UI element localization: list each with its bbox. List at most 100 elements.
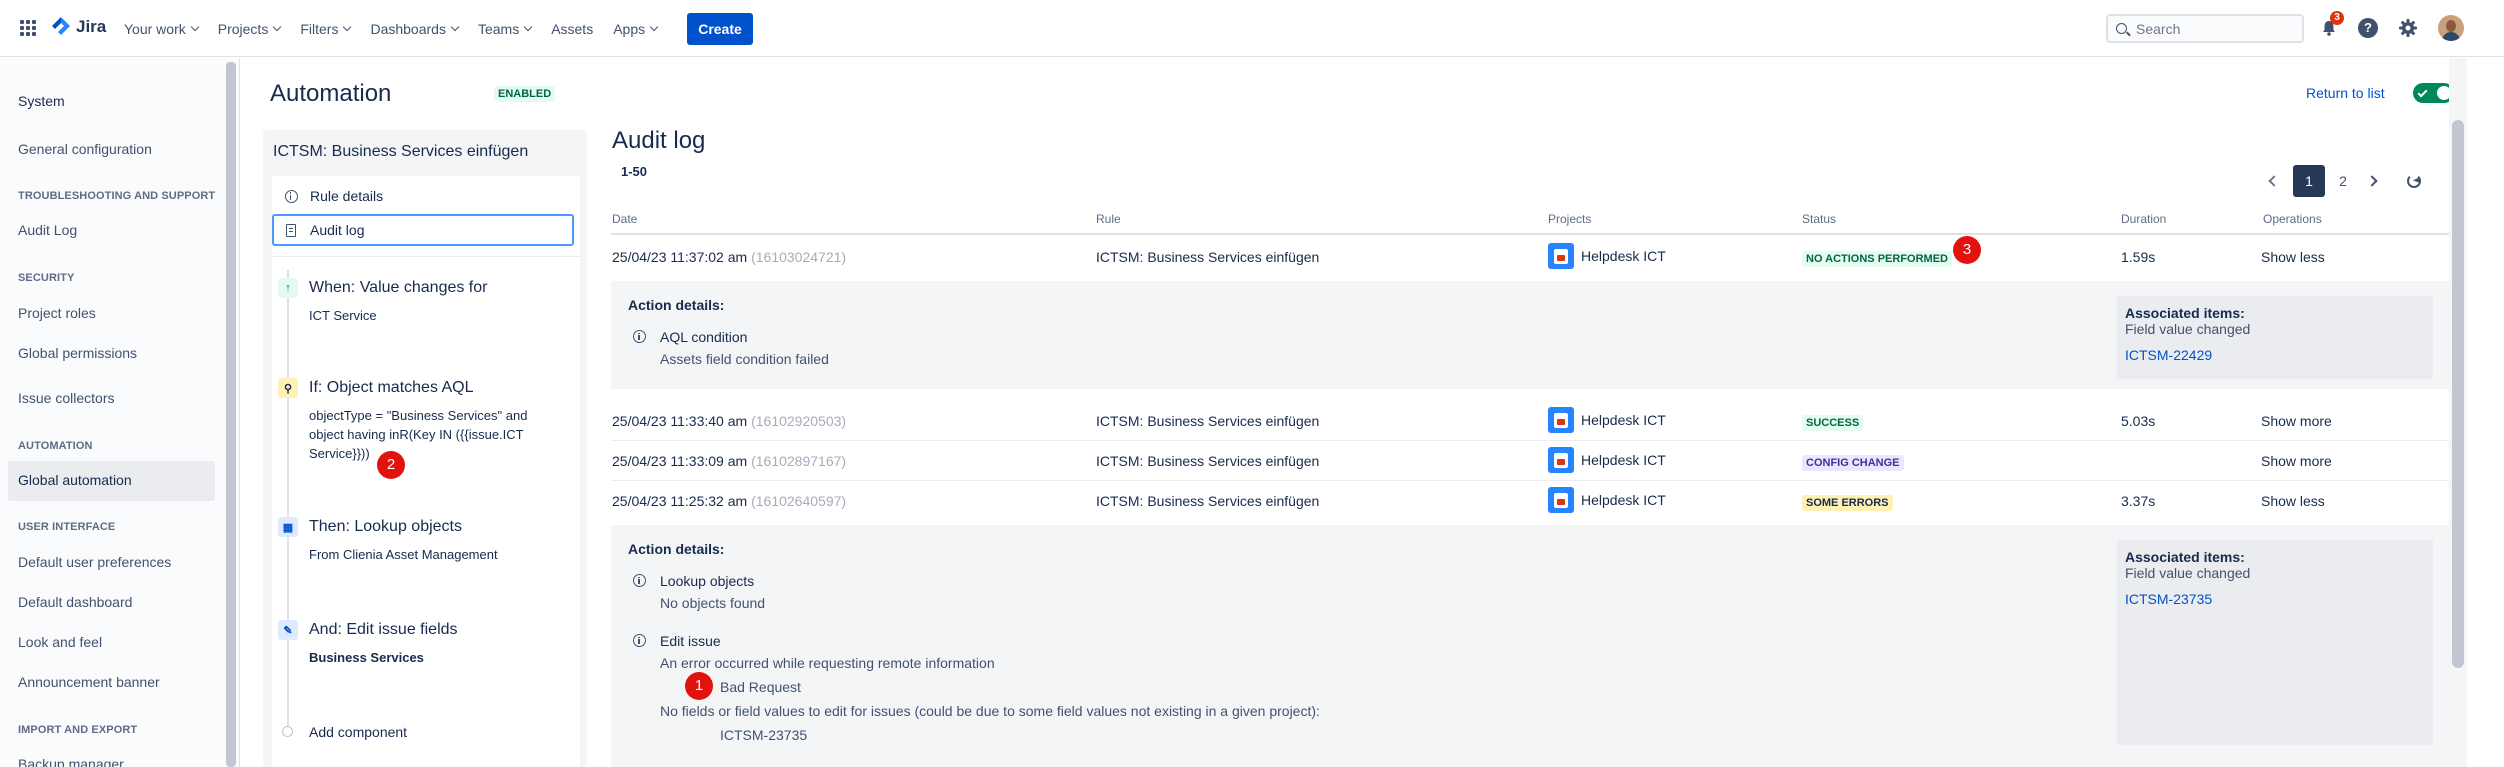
search-icon — [2116, 23, 2127, 34]
rule-status-badge: ENABLED — [494, 86, 556, 102]
page-title: Automation — [270, 80, 392, 107]
column-header-rule: Rule — [1096, 212, 1121, 226]
row-2-duration: 5.03s — [2121, 413, 2156, 429]
sidebar-item-backup-manager[interactable]: Backup manager — [18, 756, 124, 767]
row-3-show-more-link[interactable]: Show more — [2261, 453, 2332, 469]
row-3-date: 25/04/23 11:33:09 am (16102897167) — [612, 453, 847, 469]
sidebar-heading-user-interface: USER INTERFACE — [18, 521, 116, 533]
table-header-divider — [611, 233, 2449, 235]
refresh-button[interactable] — [2398, 165, 2430, 197]
annotation-marker-3: 3 — [1953, 236, 1981, 264]
sidebar-heading-troubleshooting: TROUBLESHOOTING AND SUPPORT — [18, 190, 216, 202]
nav-apps[interactable]: Apps — [613, 21, 659, 37]
aql-condition-title: AQL condition — [660, 329, 748, 345]
nav-your-work[interactable]: Your work — [124, 21, 199, 37]
column-header-operations: Operations — [2263, 212, 2322, 226]
lookup-objects-title: Lookup objects — [660, 573, 755, 589]
rule-enabled-toggle[interactable] — [2413, 83, 2454, 103]
next-page-button[interactable] — [2360, 165, 2388, 197]
sidebar-item-issue-collectors[interactable]: Issue collectors — [18, 390, 114, 406]
edit-step-title[interactable]: And: Edit issue fields — [309, 621, 458, 639]
nav-filters[interactable]: Filters — [300, 21, 352, 37]
sidebar-heading-automation: AUTOMATION — [18, 440, 93, 452]
sidebar-item-general-configuration[interactable]: General configuration — [18, 141, 152, 157]
annotation-marker-1: 1 — [685, 672, 713, 700]
row-4-show-less-link[interactable]: Show less — [2261, 493, 2325, 509]
row-2-rule: ICTSM: Business Services einfügen — [1096, 413, 1320, 429]
sidebar-scrollbar[interactable] — [226, 62, 236, 767]
refresh-icon — [2407, 174, 2421, 188]
previous-page-button[interactable] — [2258, 165, 2286, 197]
sidebar-item-announcement-banner[interactable]: Announcement banner — [18, 674, 160, 690]
column-header-duration: Duration — [2121, 212, 2167, 226]
row-4-rule: ICTSM: Business Services einfügen — [1096, 493, 1320, 509]
lookup-step-title[interactable]: Then: Lookup objects — [309, 518, 462, 536]
audit-log-tab[interactable]: Audit log — [272, 214, 574, 246]
top-navigation: Jira Your work Projects Filters Dashboar… — [0, 0, 2504, 57]
row-2-date: 25/04/23 11:33:40 am (16102920503) — [612, 413, 847, 429]
sidebar-item-project-roles[interactable]: Project roles — [18, 305, 96, 321]
search-box[interactable] — [2106, 14, 2304, 43]
row-divider — [611, 480, 2449, 481]
add-component-icon — [282, 726, 293, 737]
page-2-button[interactable]: 2 — [2327, 165, 2359, 197]
edit-issue-title: Edit issue — [660, 633, 721, 649]
associated-issue-link[interactable]: ICTSM-23735 — [2125, 591, 2212, 607]
notifications-button[interactable]: 3 — [2317, 11, 2344, 40]
row-1-show-less-link[interactable]: Show less — [2261, 249, 2325, 265]
sidebar-item-default-dashboard[interactable]: Default dashboard — [18, 594, 132, 610]
nav-projects[interactable]: Projects — [218, 21, 282, 37]
row-divider — [611, 440, 2449, 441]
row-2-show-more-link[interactable]: Show more — [2261, 413, 2332, 429]
rule-details-tab[interactable]: Rule details — [272, 180, 574, 212]
return-to-list-link[interactable]: Return to list — [2306, 85, 2385, 101]
row-3-rule: ICTSM: Business Services einfügen — [1096, 453, 1320, 469]
row-1-duration: 1.59s — [2121, 249, 2156, 265]
document-icon — [286, 223, 296, 237]
help-icon: ? — [2358, 18, 2378, 38]
chevron-down-icon — [450, 22, 460, 31]
gear-icon — [2399, 19, 2417, 37]
nav-assets[interactable]: Assets — [551, 21, 593, 37]
jira-logo[interactable]: Jira — [52, 17, 106, 37]
admin-sidebar — [0, 58, 240, 767]
column-header-projects: Projects — [1548, 212, 1592, 226]
main-scrollbar[interactable] — [2452, 120, 2464, 668]
row-3-status: CONFIG CHANGE — [1802, 453, 1904, 471]
associated-issue-link[interactable]: ICTSM-22429 — [2125, 347, 2212, 363]
page-1-button[interactable]: 1 — [2293, 165, 2325, 197]
sidebar-item-audit-log[interactable]: Audit Log — [18, 222, 77, 238]
row-1-project: Helpdesk ICT — [1548, 243, 1666, 269]
rule-step-connector — [287, 270, 289, 728]
create-button[interactable]: Create — [687, 13, 753, 45]
rule-steps-panel — [272, 176, 580, 767]
settings-button[interactable] — [2396, 16, 2420, 40]
sidebar-item-look-and-feel[interactable]: Look and feel — [18, 634, 102, 650]
project-avatar-icon — [1548, 243, 1574, 269]
notification-count-badge: 3 — [2330, 11, 2344, 25]
bad-request-detail: Bad Request — [720, 679, 801, 695]
row-4-project: Helpdesk ICT — [1548, 487, 1666, 513]
help-button[interactable]: ? — [2356, 16, 2380, 40]
nav-dashboards[interactable]: Dashboards — [370, 21, 460, 37]
result-range: 1-50 — [621, 164, 648, 179]
user-avatar[interactable] — [2438, 15, 2464, 41]
condition-step-title[interactable]: If: Object matches AQL — [309, 379, 474, 397]
rule-name: ICTSM: Business Services einfügen — [273, 143, 529, 160]
info-icon — [633, 574, 646, 587]
sidebar-item-global-permissions[interactable]: Global permissions — [18, 345, 137, 361]
no-fields-message: No fields or field values to edit for is… — [660, 703, 1320, 719]
sidebar-item-default-user-preferences[interactable]: Default user preferences — [18, 554, 171, 570]
app-switcher-icon[interactable] — [20, 20, 36, 36]
add-component-link[interactable]: Add component — [309, 723, 549, 742]
trigger-step-title[interactable]: When: Value changes for — [309, 279, 487, 297]
sidebar-item-global-automation[interactable]: Global automation — [18, 472, 132, 488]
nav-teams[interactable]: Teams — [478, 21, 533, 37]
associated-items-subtitle: Field value changed — [2125, 321, 2251, 337]
row-4-duration: 3.37s — [2121, 493, 2156, 509]
annotation-marker-2: 2 — [377, 451, 405, 479]
row-3-project: Helpdesk ICT — [1548, 447, 1666, 473]
search-input[interactable] — [2136, 20, 2286, 37]
info-icon — [284, 189, 298, 203]
lookup-objects-message: No objects found — [660, 595, 766, 611]
